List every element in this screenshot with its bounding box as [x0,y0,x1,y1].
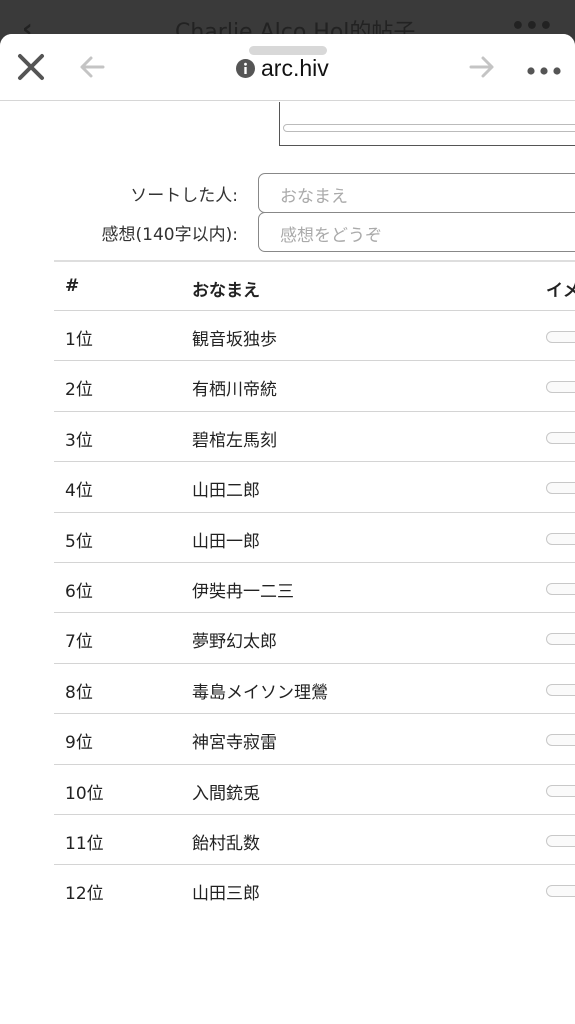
rank-cell: 8位 [65,682,93,703]
rank-cell: 3位 [65,430,93,451]
header-image: イメ [546,281,575,301]
name-cell: 碧棺左馬刻 [192,430,277,451]
ranking-table: # おなまえ イメ 1位 観音坂独歩 2位 有栖川帝統 3位 碧棺左馬刻 4位 山田二郎… [54,260,575,915]
rank-cell: 1位 [65,330,93,350]
address-bar[interactable]: arc.hiv [236,54,329,82]
name-cell: 有栖川帝統 [192,380,277,401]
table-row: 7位 夢野幻太郎 [54,612,575,662]
table-row: 8位 毒島メイソン理鶯 [54,662,575,713]
browser-sheet: arc.hiv ソートした人: おなまえ 感想(140字以内): 感想をどうぞ … [0,34,575,1024]
name-cell: 山田一郎 [192,531,260,552]
image-cell [546,784,575,797]
image-output-scrollbar[interactable] [283,124,575,132]
name-cell: 入間銃兎 [192,783,260,804]
name-cell: 山田三郎 [192,884,260,905]
info-icon[interactable] [236,58,255,78]
rank-cell: 7位 [65,632,93,653]
table-row: 6位 伊奘冉一二三 [54,561,575,612]
image-cell [546,431,575,444]
image-cell [546,582,575,595]
close-icon[interactable] [16,52,46,82]
forward-arrow-icon[interactable] [468,54,496,80]
rank-cell: 12位 [65,884,104,905]
table-row: 5位 山田一郎 [54,511,575,562]
image-cell [546,381,575,394]
comment-row: 感想(140字以内): 感想をどうぞ [0,212,575,252]
name-cell: 観音坂独歩 [192,330,277,350]
table-row: 9位 神宮寺寂雷 [54,713,575,763]
rank-cell: 10位 [65,783,104,804]
name-cell: 夢野幻太郎 [192,632,277,653]
image-output-box [279,102,575,146]
more-icon[interactable] [526,62,562,75]
sorter-label: ソートした人: [130,186,238,206]
image-cell [546,683,575,696]
sheet-grabber[interactable] [249,46,327,55]
table-row: 11位 飴村乱数 [54,813,575,864]
image-cell [546,331,575,343]
table-header: # おなまえ イメ [54,260,575,310]
comment-label: 感想(140字以内): [101,225,238,245]
sorter-row: ソートした人: おなまえ [0,173,575,213]
header-rank: # [65,276,80,296]
image-cell [546,734,575,747]
rank-cell: 4位 [65,481,93,502]
rank-cell: 6位 [65,581,93,602]
name-cell: 伊奘冉一二三 [192,581,294,602]
name-cell: 毒島メイソン理鶯 [192,682,328,703]
table-row: 3位 碧棺左馬刻 [54,410,575,461]
table-row: 2位 有栖川帝統 [54,360,575,410]
back-arrow-icon[interactable] [78,54,106,80]
rank-cell: 2位 [65,380,93,401]
table-row: 4位 山田二郎 [54,461,575,511]
url-text: arc.hiv [261,54,329,81]
header-name: おなまえ [192,281,260,301]
image-cell [546,885,575,898]
browser-toolbar: arc.hiv [0,34,575,101]
page-content: ソートした人: おなまえ 感想(140字以内): 感想をどうぞ # おなまえ イ… [0,102,575,1024]
table-row: 1位 観音坂独歩 [54,310,575,360]
rank-cell: 11位 [65,833,104,854]
name-cell: 山田二郎 [192,481,260,502]
comment-input[interactable]: 感想をどうぞ [258,212,575,252]
name-cell: 神宮寺寂雷 [192,733,277,754]
image-cell [546,532,575,545]
image-cell [546,834,575,847]
rank-cell: 5位 [65,531,93,552]
sorter-name-input[interactable]: おなまえ [258,173,575,213]
name-cell: 飴村乱数 [192,833,260,854]
image-cell [546,633,575,646]
image-cell [546,482,575,495]
table-row: 10位 入間銃兎 [54,763,575,814]
rank-cell: 9位 [65,733,93,754]
table-row: 12位 山田三郎 [54,864,575,914]
